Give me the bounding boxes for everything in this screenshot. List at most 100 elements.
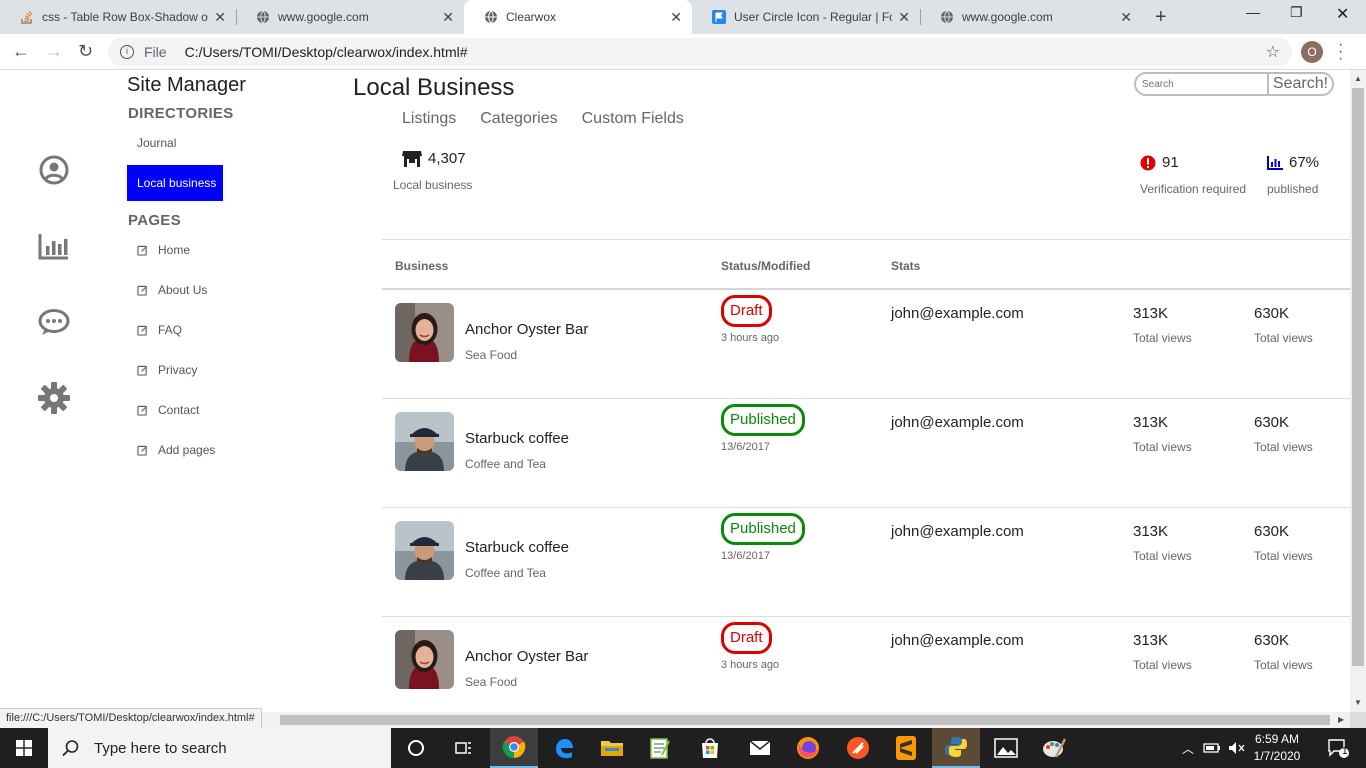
photos-icon[interactable] — [982, 728, 1030, 768]
cortana-icon[interactable] — [392, 728, 440, 768]
table-row[interactable]: Anchor Oyster Bar Sea Food Draft 3 hours… — [382, 617, 1350, 712]
table-row[interactable]: Anchor Oyster Bar Sea Food Draft 3 hours… — [382, 290, 1350, 399]
metric-label: Total views — [1133, 440, 1192, 454]
scrollbar-thumb[interactable] — [280, 715, 1330, 725]
minimize-button[interactable]: — — [1246, 4, 1260, 20]
cog-icon[interactable] — [36, 380, 72, 416]
tab-title: css - Table Row Box-Shadow o — [42, 10, 208, 24]
scroll-up-icon[interactable]: ▲ — [1354, 74, 1362, 83]
edit-icon — [137, 365, 148, 376]
user-circle-icon[interactable] — [36, 152, 72, 188]
edge-icon[interactable] — [540, 728, 588, 768]
metric-value: 313K — [1133, 632, 1169, 649]
notification-count: 1 — [1342, 746, 1348, 757]
table-row[interactable]: Starbuck coffee Coffee and Tea Published… — [382, 508, 1350, 617]
scroll-down-icon[interactable]: ▼ — [1354, 698, 1362, 707]
scrollbar-thumb[interactable] — [1352, 88, 1364, 666]
store-icon — [402, 151, 422, 167]
python-icon[interactable] — [932, 728, 980, 768]
sidebar-item-about-us[interactable]: About Us — [137, 283, 207, 297]
browser-tab[interactable]: www.google.com ✕ — [920, 0, 1142, 34]
chrome-icon[interactable] — [490, 728, 538, 768]
table-row[interactable]: Starbuck coffee Coffee and Tea Published… — [382, 399, 1350, 508]
modified-time: 13/6/2017 — [721, 550, 770, 562]
column-header-business[interactable]: Business — [395, 259, 448, 273]
paint-icon[interactable] — [1030, 728, 1078, 768]
close-icon[interactable]: ✕ — [670, 9, 682, 26]
search-input[interactable] — [1134, 72, 1268, 96]
content-tabs: Listings Categories Custom Fields — [402, 110, 708, 128]
business-avatar — [395, 630, 454, 689]
browser-tab[interactable]: www.google.com ✕ — [236, 0, 464, 34]
sidebar-item-contact[interactable]: Contact — [137, 403, 199, 417]
sublime-icon[interactable] — [882, 728, 930, 768]
vertical-scrollbar[interactable]: ▲ ▼ — [1350, 70, 1366, 712]
sidebar-item-local-business[interactable]: Local business — [127, 165, 223, 201]
file-explorer-icon[interactable] — [588, 728, 636, 768]
browser-tab[interactable]: User Circle Icon - Regular | Font ✕ — [692, 0, 920, 34]
metric-views-2: 630K Total views — [1254, 632, 1313, 672]
metric-label: Total views — [1133, 549, 1192, 563]
volume-muted-icon[interactable] — [1226, 728, 1248, 768]
sidebar-item-faq[interactable]: FAQ — [137, 323, 182, 337]
clock-time: 6:59 AM — [1254, 732, 1300, 746]
start-button[interactable] — [0, 728, 48, 768]
sidebar-item-label: Contact — [158, 403, 200, 417]
metric-label: Total views — [1254, 549, 1313, 563]
bookmark-star-icon[interactable]: ☆ — [1266, 42, 1280, 62]
clock-date: 1/7/2020 — [1253, 749, 1301, 763]
maximize-button[interactable]: ❐ — [1290, 4, 1303, 21]
battery-icon[interactable] — [1200, 728, 1224, 768]
business-name[interactable]: Starbuck coffee — [465, 430, 569, 447]
task-view-icon[interactable] — [440, 728, 488, 768]
business-name[interactable]: Anchor Oyster Bar — [465, 648, 588, 665]
window-close-button[interactable]: ✕ — [1336, 4, 1349, 24]
owner-email: john@example.com — [891, 523, 1024, 540]
sidebar-item-add-pages[interactable]: Add pages — [137, 443, 215, 457]
column-header-stats[interactable]: Stats — [891, 259, 920, 273]
business-name[interactable]: Anchor Oyster Bar — [465, 321, 588, 338]
close-icon[interactable]: ✕ — [214, 9, 226, 26]
forward-button[interactable]: → — [45, 41, 63, 62]
tab-custom-fields[interactable]: Custom Fields — [582, 110, 684, 128]
sidebar-item-privacy[interactable]: Privacy — [137, 363, 197, 377]
modified-time: 3 hours ago — [721, 332, 780, 344]
mail-icon[interactable] — [736, 728, 784, 768]
reload-button[interactable]: ↻ — [78, 41, 93, 62]
profile-avatar[interactable]: O — [1301, 41, 1323, 63]
sidebar-item-home[interactable]: Home — [137, 243, 190, 257]
action-center-icon[interactable]: 1 — [1318, 728, 1358, 768]
back-button[interactable]: ← — [12, 41, 30, 62]
search-button[interactable]: Search! — [1267, 72, 1334, 96]
comment-dots-icon[interactable] — [36, 304, 72, 340]
stat-verification: 91 Verification required — [1140, 154, 1246, 196]
brave-icon[interactable] — [834, 728, 882, 768]
close-icon[interactable]: ✕ — [1120, 9, 1132, 26]
edit-icon — [137, 245, 148, 256]
browser-tab-active[interactable]: Clearwox ✕ — [464, 0, 692, 34]
tab-listings[interactable]: Listings — [402, 110, 456, 128]
browser-tab[interactable]: css - Table Row Box-Shadow o ✕ — [0, 0, 236, 34]
globe-icon — [485, 10, 497, 24]
store-icon[interactable] — [686, 728, 734, 768]
chart-bar-icon[interactable] — [36, 228, 72, 264]
info-icon[interactable]: i — [120, 45, 134, 59]
taskbar-search-box[interactable]: Type here to search — [48, 728, 391, 768]
system-clock[interactable]: 6:59 AM 1/7/2020 — [1252, 731, 1302, 765]
tab-title: Clearwox — [506, 10, 557, 24]
sidebar-item-journal[interactable]: Journal — [127, 125, 223, 161]
close-icon[interactable]: ✕ — [898, 9, 910, 26]
notepad-plus-icon[interactable] — [636, 728, 684, 768]
business-name[interactable]: Starbuck coffee — [465, 539, 569, 556]
address-url[interactable]: C:/Users/TOMI/Desktop/clearwox/index.htm… — [185, 44, 468, 60]
address-bar[interactable]: i File C:/Users/TOMI/Desktop/clearwox/in… — [108, 38, 1292, 66]
close-icon[interactable]: ✕ — [442, 9, 454, 26]
new-tab-button[interactable]: + — [1155, 6, 1167, 29]
tab-categories[interactable]: Categories — [480, 110, 557, 128]
show-hidden-icons-icon[interactable]: ︿ — [1176, 728, 1200, 768]
column-header-status[interactable]: Status/Modified — [721, 259, 810, 273]
scroll-right-icon[interactable]: ▶ — [1338, 715, 1344, 724]
browser-menu-icon[interactable]: · · · — [1338, 37, 1343, 67]
firefox-icon[interactable] — [784, 728, 832, 768]
browser-toolbar: ← → ↻ i File C:/Users/TOMI/Desktop/clear… — [0, 34, 1366, 70]
